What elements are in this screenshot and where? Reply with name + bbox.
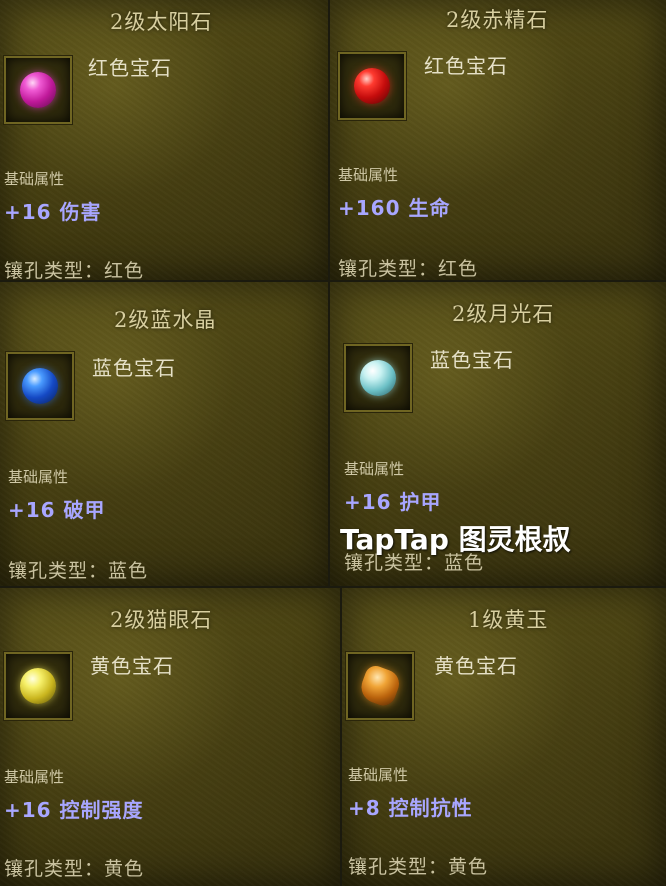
- gem-slot: [337, 51, 407, 121]
- attr-value: +16 护甲: [344, 490, 442, 514]
- magenta-gem-icon: [20, 72, 56, 108]
- red-gem-icon: [354, 68, 390, 104]
- socket-type: 镶孔类型：红色: [4, 260, 145, 280]
- gem-slot: [5, 351, 75, 421]
- gem-card-sunstone[interactable]: 2级太阳石 红色宝石 基础属性 +16 伤害 镶孔类型：红色: [0, 0, 328, 280]
- gem-type-label: 红色宝石: [424, 54, 508, 78]
- gem-title: 1级黄玉: [468, 608, 549, 632]
- attr-value: +16 控制强度: [4, 798, 144, 822]
- attr-value: +16 伤害: [4, 200, 102, 224]
- gem-title: 2级蓝水晶: [114, 308, 217, 332]
- gem-card-blue-crystal[interactable]: 2级蓝水晶 蓝色宝石 基础属性 +16 破甲 镶孔类型：蓝色: [0, 282, 328, 586]
- gem-slot: [3, 55, 73, 125]
- attr-value: +160 生命: [338, 196, 451, 220]
- attr-label: 基础属性: [8, 468, 69, 486]
- attr-value: +8 控制抗性: [348, 796, 473, 820]
- gem-type-label: 蓝色宝石: [430, 348, 514, 372]
- gem-card-cats-eye[interactable]: 2级猫眼石 黄色宝石 基础属性 +16 控制强度 镶孔类型：黄色: [0, 588, 340, 886]
- gem-grid: 2级太阳石 红色宝石 基础属性 +16 伤害 镶孔类型：红色 2级赤精石 红色宝…: [0, 0, 666, 886]
- attr-label: 基础属性: [4, 170, 65, 188]
- watermark: TapTap 图灵根叔: [340, 523, 571, 556]
- gem-title: 2级月光石: [452, 302, 555, 326]
- gem-slot: [3, 651, 73, 721]
- gem-type-label: 黄色宝石: [90, 654, 174, 678]
- gem-title: 2级赤精石: [446, 8, 549, 32]
- socket-type: 镶孔类型：黄色: [348, 856, 489, 878]
- socket-type: 镶孔类型：红色: [338, 258, 479, 280]
- attr-label: 基础属性: [338, 166, 399, 184]
- gem-card-red-essence[interactable]: 2级赤精石 红色宝石 基础属性 +160 生命 镶孔类型：红色: [330, 0, 666, 280]
- moonstone-gem-icon: [360, 360, 396, 396]
- attr-label: 基础属性: [344, 460, 405, 478]
- topaz-gem-icon: [356, 662, 404, 710]
- socket-type: 镶孔类型：黄色: [4, 858, 145, 880]
- attr-label: 基础属性: [4, 768, 65, 786]
- yellow-gem-icon: [20, 668, 56, 704]
- gem-card-topaz[interactable]: 1级黄玉 黄色宝石 基础属性 +8 控制抗性 镶孔类型：黄色: [342, 588, 666, 886]
- socket-type: 镶孔类型：蓝色: [8, 560, 149, 582]
- gem-type-label: 黄色宝石: [434, 654, 518, 678]
- attr-label: 基础属性: [348, 766, 409, 784]
- blue-gem-icon: [22, 368, 58, 404]
- gem-slot: [345, 651, 415, 721]
- gem-type-label: 红色宝石: [88, 56, 172, 80]
- attr-value: +16 破甲: [8, 498, 106, 522]
- gem-slot: [343, 343, 413, 413]
- gem-type-label: 蓝色宝石: [92, 356, 176, 380]
- gem-title: 2级猫眼石: [110, 608, 213, 632]
- gem-title: 2级太阳石: [110, 10, 213, 34]
